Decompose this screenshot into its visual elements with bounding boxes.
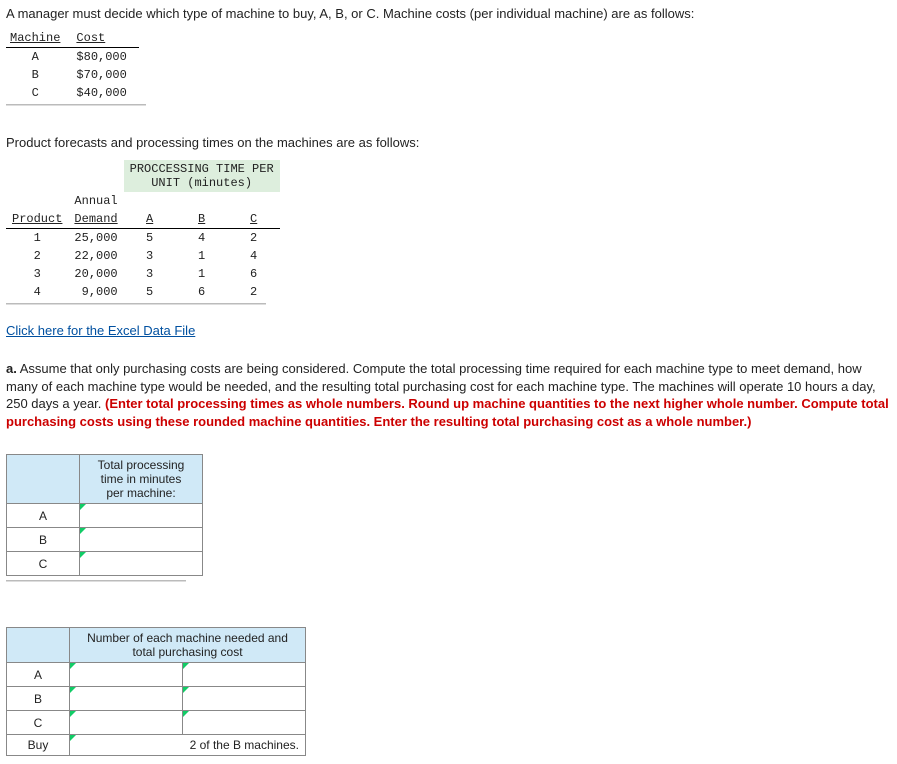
proc-col-c: C [228,210,280,229]
cost-col-cost: Cost [72,29,138,48]
ans2-header: Number of each machine needed and total … [70,628,306,663]
input-corner-icon [80,528,86,534]
ans1-input-b[interactable] [80,528,203,552]
proc-a: 5 [124,283,176,301]
proc-demand: 9,000 [68,283,123,301]
ans2-buy-value: 2 of the B machines. [190,738,299,752]
proc-row: 1 25,000 5 4 2 [6,229,280,248]
proc-a: 3 [124,265,176,283]
proc-b: 4 [176,229,228,248]
ans1-label-a: A [7,504,80,528]
proc-col-a: A [124,210,176,229]
part-a-label: a. [6,361,17,376]
intro-text-1: A manager must decide which type of mach… [6,6,891,21]
proc-row: 4 9,000 5 6 2 [6,283,280,301]
proc-c: 4 [228,247,280,265]
cost-cell-machine: B [6,66,72,84]
input-corner-icon [70,663,76,669]
proc-b: 1 [176,247,228,265]
ans1-input-c[interactable] [80,552,203,576]
proc-annual-label: Annual [68,192,123,210]
input-corner-icon [183,711,189,717]
ans1-input-a[interactable] [80,504,203,528]
machine-cost-table: Machine Cost A$80,000 B$70,000 C$40,000 [6,29,139,102]
proc-col-demand: Demand [68,210,123,229]
proc-product: 1 [6,229,68,248]
cost-row: C$40,000 [6,84,139,102]
input-corner-icon [183,663,189,669]
proc-demand: 20,000 [68,265,123,283]
excel-data-file-link[interactable]: Click here for the Excel Data File [6,323,195,338]
ans2-corner [7,628,70,663]
total-processing-time-table: Total processing time in minutes per mac… [6,454,203,576]
input-corner-icon [70,687,76,693]
proc-a: 3 [124,247,176,265]
proc-col-product: Product [6,210,68,229]
part-a-instruction: (Enter total processing times as whole n… [6,396,889,429]
ans2-label-a: A [7,663,70,687]
cost-cell-machine: A [6,48,72,67]
ans1-label-c: C [7,552,80,576]
proc-col-b: B [176,210,228,229]
proc-product: 4 [6,283,68,301]
input-corner-icon [70,735,76,741]
ans2-input-b1[interactable] [70,687,183,711]
proc-row: 3 20,000 3 1 6 [6,265,280,283]
cost-cell-cost: $80,000 [72,48,138,67]
cost-cell-machine: C [6,84,72,102]
ans2-input-c2[interactable] [183,711,306,735]
ans2-label-c: C [7,711,70,735]
cost-col-machine: Machine [6,29,72,48]
ans1-label-b: B [7,528,80,552]
cost-row: A$80,000 [6,48,139,67]
cost-table-shadow [6,104,146,106]
input-corner-icon [183,687,189,693]
proc-c: 2 [228,229,280,248]
ans1-header: Total processing time in minutes per mac… [80,455,203,504]
input-corner-icon [80,552,86,558]
cost-row: B$70,000 [6,66,139,84]
ans2-input-a1[interactable] [70,663,183,687]
proc-b: 1 [176,265,228,283]
proc-row: 2 22,000 3 1 4 [6,247,280,265]
proc-product: 2 [6,247,68,265]
input-corner-icon [70,711,76,717]
processing-time-table: PROCCESSING TIME PER UNIT (minutes) Annu… [6,160,280,301]
proc-a: 5 [124,229,176,248]
ans2-input-c1[interactable] [70,711,183,735]
ans2-input-buy[interactable]: 2 of the B machines. [70,735,306,756]
cost-cell-cost: $40,000 [72,84,138,102]
ans1-shadow [6,580,186,582]
proc-demand: 22,000 [68,247,123,265]
proc-c: 6 [228,265,280,283]
purchasing-cost-table: Number of each machine needed and total … [6,627,306,756]
proc-c: 2 [228,283,280,301]
part-a-question: a. Assume that only purchasing costs are… [6,360,891,430]
proc-demand: 25,000 [68,229,123,248]
ans1-corner [7,455,80,504]
intro-text-2: Product forecasts and processing times o… [6,135,891,150]
proc-b: 6 [176,283,228,301]
input-corner-icon [80,504,86,510]
proc-product: 3 [6,265,68,283]
proc-table-shadow [6,303,266,305]
cost-cell-cost: $70,000 [72,66,138,84]
ans2-input-b2[interactable] [183,687,306,711]
ans2-input-a2[interactable] [183,663,306,687]
ans2-label-b: B [7,687,70,711]
proc-header-span: PROCCESSING TIME PER UNIT (minutes) [124,160,280,192]
ans2-label-buy: Buy [7,735,70,756]
